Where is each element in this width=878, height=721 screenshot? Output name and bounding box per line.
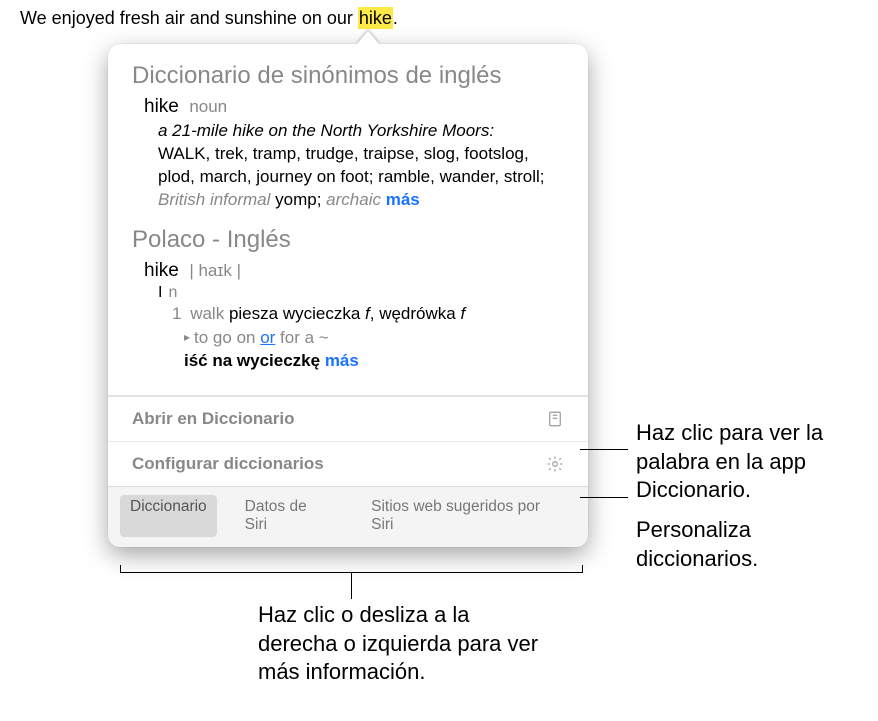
roman-numeral: I xyxy=(158,284,162,302)
context-sentence: We enjoyed fresh air and sunshine on our… xyxy=(20,8,398,29)
tab-dictionary[interactable]: Diccionario xyxy=(120,495,217,537)
sense-gloss: walk xyxy=(190,304,224,323)
popover-arrow xyxy=(356,31,380,45)
phrase-or[interactable]: or xyxy=(260,328,275,347)
lookup-popover: Diccionario de sinónimos de inglés hike … xyxy=(108,32,588,547)
configure-dictionaries-row[interactable]: Configurar diccionarios xyxy=(108,441,588,486)
bilingual-entry: hike | haɪk | I n 1 walk piesza wycieczk… xyxy=(132,260,564,373)
synonym-yomp: yomp; xyxy=(270,190,326,209)
open-in-dictionary-label: Abrir en Diccionario xyxy=(132,409,294,429)
tab-siri-web[interactable]: Sitios web sugeridos por Siri xyxy=(361,495,576,537)
translation-1: piesza wycieczka xyxy=(229,304,365,323)
bilingual-word: hike xyxy=(144,260,179,281)
thesaurus-headword-row: hike noun xyxy=(144,96,564,118)
phrase-row: ▸ to go on or for a ~ xyxy=(144,326,564,350)
thesaurus-title: Diccionario de sinónimos de inglés xyxy=(132,62,564,90)
tab-siri-data[interactable]: Datos de Siri xyxy=(235,495,343,537)
callout-bracket-tabs xyxy=(120,565,583,573)
sentence-prefix: We enjoyed fresh air and sunshine on our xyxy=(20,8,358,28)
register-label-1: British informal xyxy=(158,190,270,209)
phrase-translation-row: iść na wycieczkę más xyxy=(144,349,564,373)
callout-open-dictionary: Haz clic para ver la palabra en la app D… xyxy=(636,419,866,505)
book-icon xyxy=(546,410,564,428)
bilingual-pron: | haɪk | xyxy=(189,261,241,280)
phrase-translation: iść na wycieczkę xyxy=(184,351,320,370)
callout-tabs: Haz clic o desliza a la derecha o izquie… xyxy=(258,601,548,687)
thesaurus-example: a 21-mile hike on the North Yorkshire Mo… xyxy=(144,120,564,143)
gear-icon xyxy=(546,455,564,473)
popover-panel: Diccionario de sinónimos de inglés hike … xyxy=(108,44,588,547)
thesaurus-word: hike xyxy=(144,96,179,117)
phrase-post: for a ~ xyxy=(275,328,328,347)
callout-configure: Personaliza diccionarios. xyxy=(636,516,866,573)
thesaurus-synonyms: WALK, trek, tramp, trudge, traipse, slog… xyxy=(144,143,564,212)
thesaurus-pos: noun xyxy=(189,97,227,116)
callout-line-configure xyxy=(580,497,628,498)
bilingual-headword-row: hike | haɪk | xyxy=(144,260,564,282)
callout-line-open xyxy=(580,449,628,450)
thesaurus-more-link[interactable]: más xyxy=(381,190,420,209)
gender-2: f xyxy=(460,304,465,323)
thesaurus-entry: hike noun a 21-mile hike on the North Yo… xyxy=(132,96,564,212)
register-label-2: archaic xyxy=(326,190,381,209)
open-in-dictionary-row[interactable]: Abrir en Diccionario xyxy=(108,396,588,441)
bilingual-title: Polaco - Inglés xyxy=(132,226,564,254)
highlighted-word[interactable]: hike xyxy=(358,7,393,29)
tab-bar: Diccionario Datos de Siri Sitios web sug… xyxy=(108,486,588,547)
popover-body: Diccionario de sinónimos de inglés hike … xyxy=(108,44,588,395)
sentence-suffix: . xyxy=(393,8,398,28)
gram-label: n xyxy=(168,284,177,302)
phrase-pre: to go on xyxy=(194,328,260,347)
action-list: Abrir en Diccionario Configurar dicciona… xyxy=(108,395,588,486)
triangle-icon: ▸ xyxy=(184,330,190,344)
head-synonym: WALK xyxy=(158,144,206,163)
bilingual-more-link[interactable]: más xyxy=(320,351,359,370)
translation-2: , wędrówka xyxy=(370,304,461,323)
configure-dictionaries-label: Configurar diccionarios xyxy=(132,454,324,474)
sense-1: 1 walk piesza wycieczka f, wędrówka f xyxy=(144,302,564,326)
callout-vline-tabs xyxy=(351,573,352,599)
sense-number: 1 xyxy=(172,304,181,323)
synonym-list: , trek, tramp, trudge, traipse, slog, fo… xyxy=(158,144,544,186)
grammar-row: I n xyxy=(144,284,564,302)
